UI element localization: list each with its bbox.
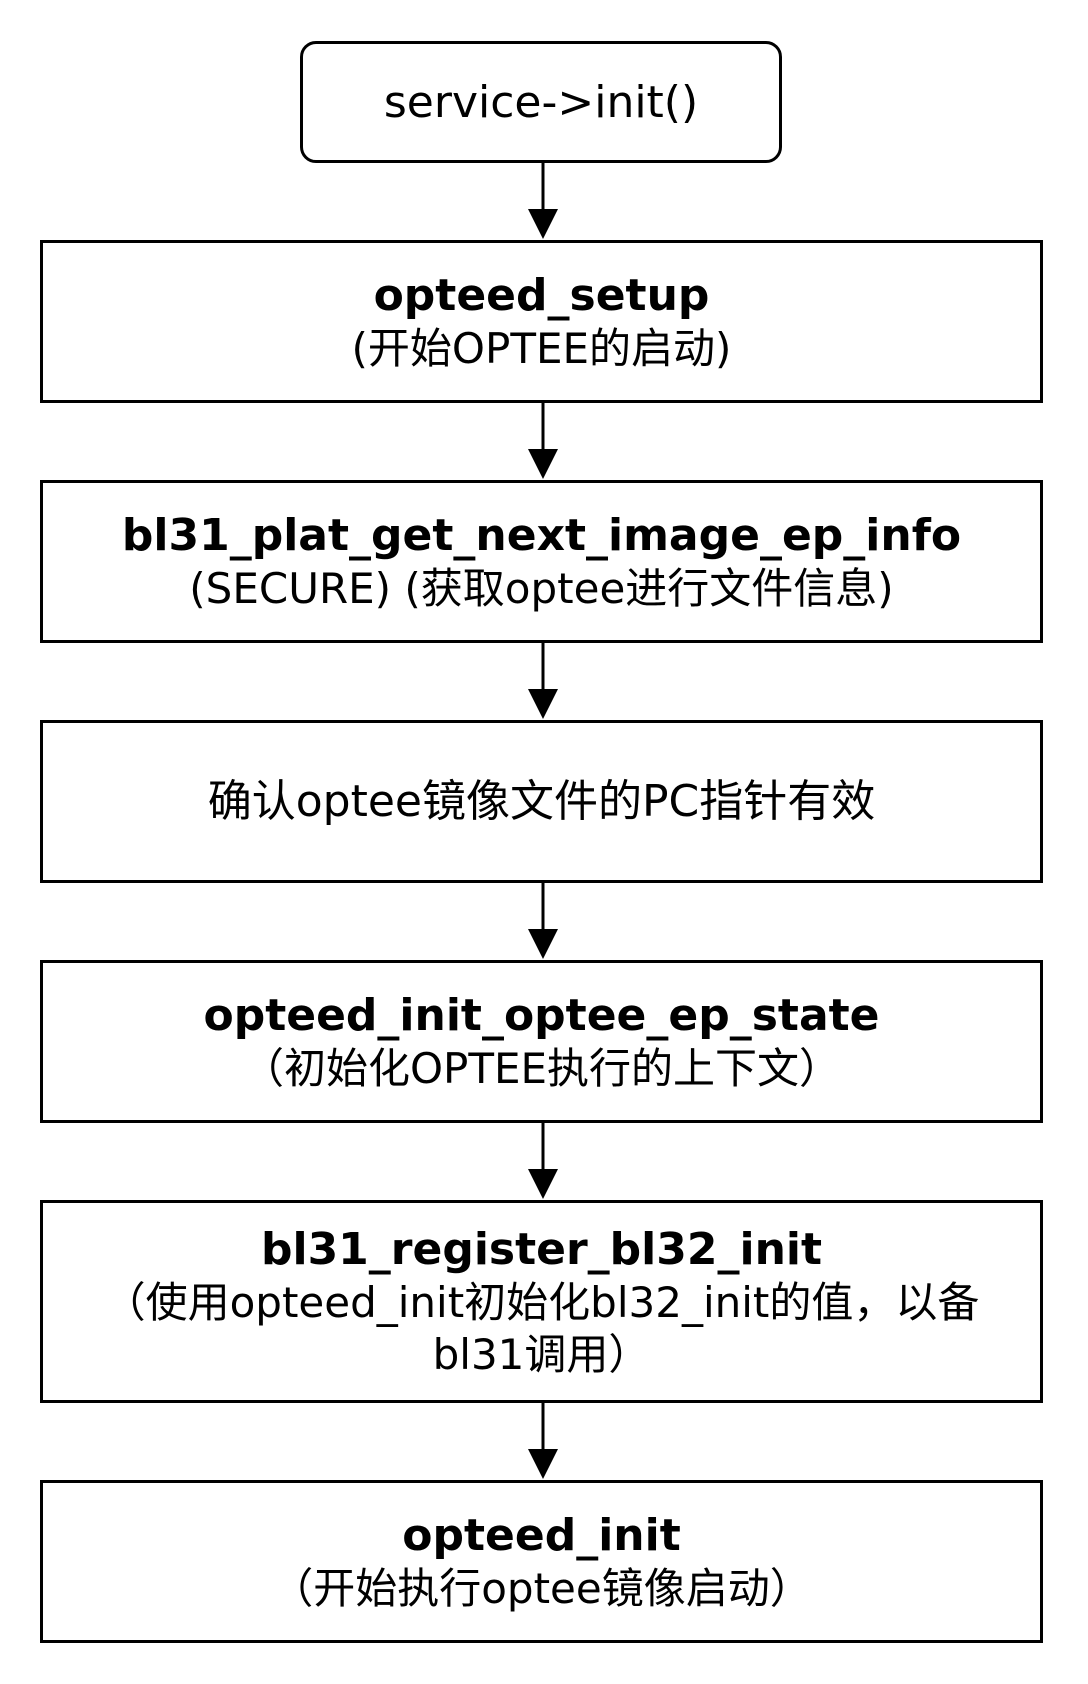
step-bl31-register-bl32-init-title: bl31_register_bl32_init bbox=[260, 1223, 823, 1275]
step-opteed-init-optee-ep-state-description: （初始化OPTEE执行的上下文） bbox=[241, 1043, 842, 1093]
flowchart: service->init() opteed_setup (开始OPTEE的启动… bbox=[0, 0, 1088, 1684]
step-bl31-plat-get-next-image-ep-info: bl31_plat_get_next_image_ep_info (SECURE… bbox=[40, 480, 1043, 643]
step-opteed-init-description: （开始执行optee镜像启动） bbox=[271, 1563, 812, 1613]
step-opteed-setup: opteed_setup (开始OPTEE的启动) bbox=[40, 240, 1043, 403]
step-opteed-setup-title: opteed_setup bbox=[373, 269, 710, 321]
step-confirm-pc-pointer: 确认optee镜像文件的PC指针有效 bbox=[40, 720, 1043, 883]
step-opteed-setup-description: (开始OPTEE的启动) bbox=[351, 323, 732, 373]
step-opteed-init: opteed_init （开始执行optee镜像启动） bbox=[40, 1480, 1043, 1643]
step-confirm-pc-pointer-label: 确认optee镜像文件的PC指针有效 bbox=[207, 776, 876, 827]
step-bl31-register-bl32-init-description-line-1: （使用opteed_init初始化bl32_init的值，以备 bbox=[103, 1277, 980, 1327]
step-bl31-register-bl32-init: bl31_register_bl32_init （使用opteed_init初始… bbox=[40, 1200, 1043, 1403]
step-opteed-init-title: opteed_init bbox=[402, 1509, 681, 1561]
step-opteed-init-optee-ep-state-title: opteed_init_optee_ep_state bbox=[203, 989, 880, 1041]
step-bl31-plat-get-next-image-ep-info-title: bl31_plat_get_next_image_ep_info bbox=[121, 509, 962, 561]
step-bl31-plat-get-next-image-ep-info-description: (SECURE) (获取optee进行文件信息) bbox=[189, 563, 894, 613]
start-node-label: service->init() bbox=[383, 76, 699, 128]
step-opteed-init-optee-ep-state: opteed_init_optee_ep_state （初始化OPTEE执行的上… bbox=[40, 960, 1043, 1123]
step-bl31-register-bl32-init-description-line-2: bl31调用） bbox=[432, 1330, 651, 1379]
start-node: service->init() bbox=[300, 41, 782, 163]
